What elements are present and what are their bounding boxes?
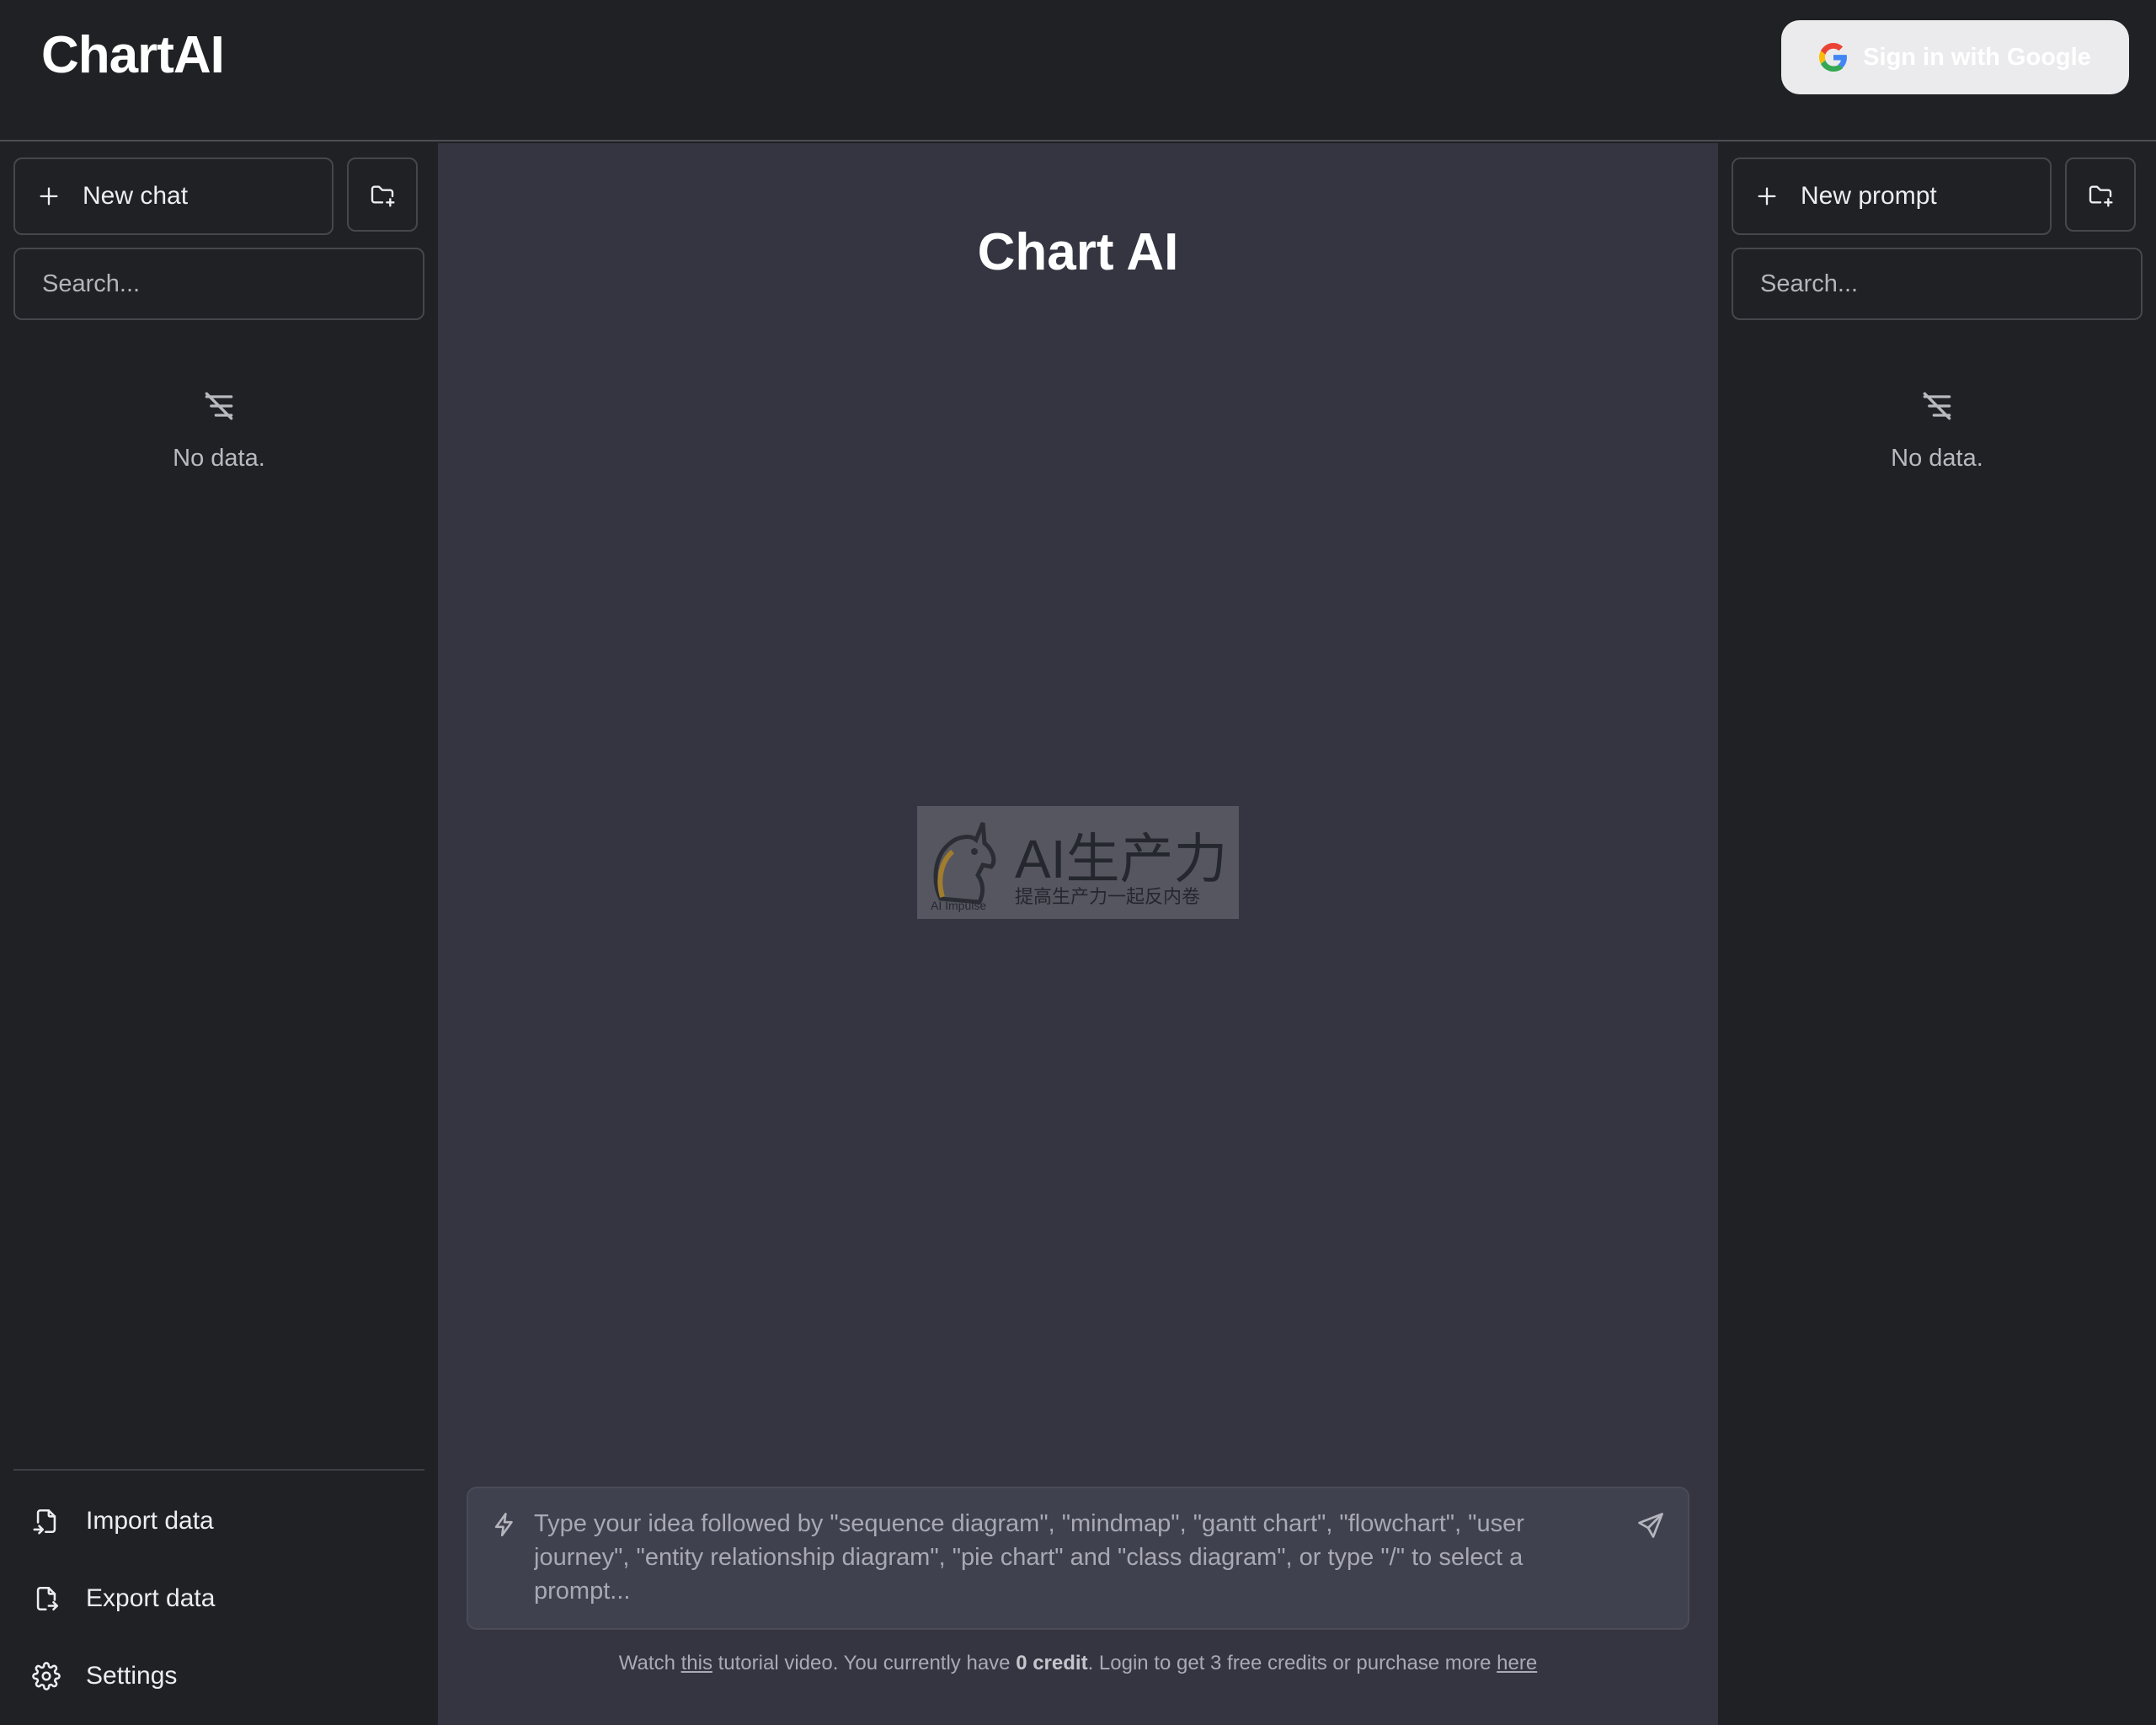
file-export-icon (36, 1586, 59, 1611)
empty-label: No data. (1891, 445, 1983, 472)
settings-button[interactable]: Settings (32, 1651, 177, 1701)
prompt-input[interactable] (534, 1507, 1595, 1616)
prompt-composer (467, 1487, 1689, 1630)
credit-count: 0 credit (1016, 1652, 1088, 1674)
divider (13, 1469, 424, 1471)
send-icon[interactable] (1636, 1510, 1666, 1541)
unicorn-logo-icon (933, 822, 996, 905)
top-header: ChartAI Sign in with Google (0, 0, 2156, 142)
new-prompt-button[interactable]: New prompt (1732, 158, 2052, 235)
tutorial-link[interactable]: this (681, 1652, 712, 1674)
note-text-1: Watch (618, 1652, 681, 1674)
empty-state: No data. (0, 387, 438, 473)
file-import-icon (33, 1509, 56, 1535)
new-folder-button[interactable] (347, 158, 418, 232)
no-data-icon (205, 392, 233, 420)
purchase-link[interactable]: here (1497, 1652, 1537, 1674)
new-chat-label: New chat (83, 182, 189, 210)
new-prompt-folder-button[interactable] (2065, 158, 2136, 232)
prompt-sidebar: New prompt No data. (1718, 143, 2156, 1725)
export-data-button[interactable]: Export data (32, 1573, 215, 1624)
plus-icon (40, 187, 58, 206)
gear-icon (32, 1662, 61, 1690)
export-data-label: Export data (86, 1584, 216, 1612)
new-prompt-label: New prompt (1801, 182, 1937, 210)
folder-plus-icon (371, 185, 395, 207)
lightning-icon[interactable] (490, 1510, 519, 1539)
main-panel: Chart AI AI生产力 提高生产力一起反内卷 AI Impulse Wat… (438, 143, 1718, 1725)
credit-note: Watch this tutorial video. You currently… (438, 1652, 1718, 1675)
chat-search-input[interactable] (13, 248, 424, 320)
settings-label: Settings (86, 1662, 178, 1690)
brand-logo: ChartAI (41, 26, 225, 84)
watermark-caption: AI Impulse (931, 899, 987, 912)
import-data-button[interactable]: Import data (32, 1496, 214, 1546)
empty-state: No data. (1718, 387, 2156, 473)
sign-in-with-google-button[interactable]: Sign in with Google (1781, 20, 2129, 94)
google-icon (1819, 43, 1848, 72)
plus-icon (1758, 187, 1776, 206)
watermark-subtitle: 提高生产力一起反内卷 (1015, 886, 1201, 907)
import-data-label: Import data (86, 1507, 214, 1535)
watermark-logo: AI生产力 提高生产力一起反内卷 AI Impulse (917, 806, 1239, 919)
empty-label: No data. (173, 445, 265, 472)
new-chat-button[interactable]: New chat (13, 158, 334, 235)
note-text-3: . Login to get 3 free credits or purchas… (1087, 1652, 1497, 1674)
note-text-2: tutorial video. You currently have (712, 1652, 1017, 1674)
prompt-search-input[interactable] (1732, 248, 2143, 320)
folder-plus-icon (2089, 185, 2113, 207)
chat-sidebar: New chat No data. Import data Export dat… (0, 143, 438, 1725)
no-data-icon (1923, 392, 1951, 420)
sign-in-label: Sign in with Google (1863, 43, 2091, 71)
page-title: Chart AI (977, 223, 1179, 281)
